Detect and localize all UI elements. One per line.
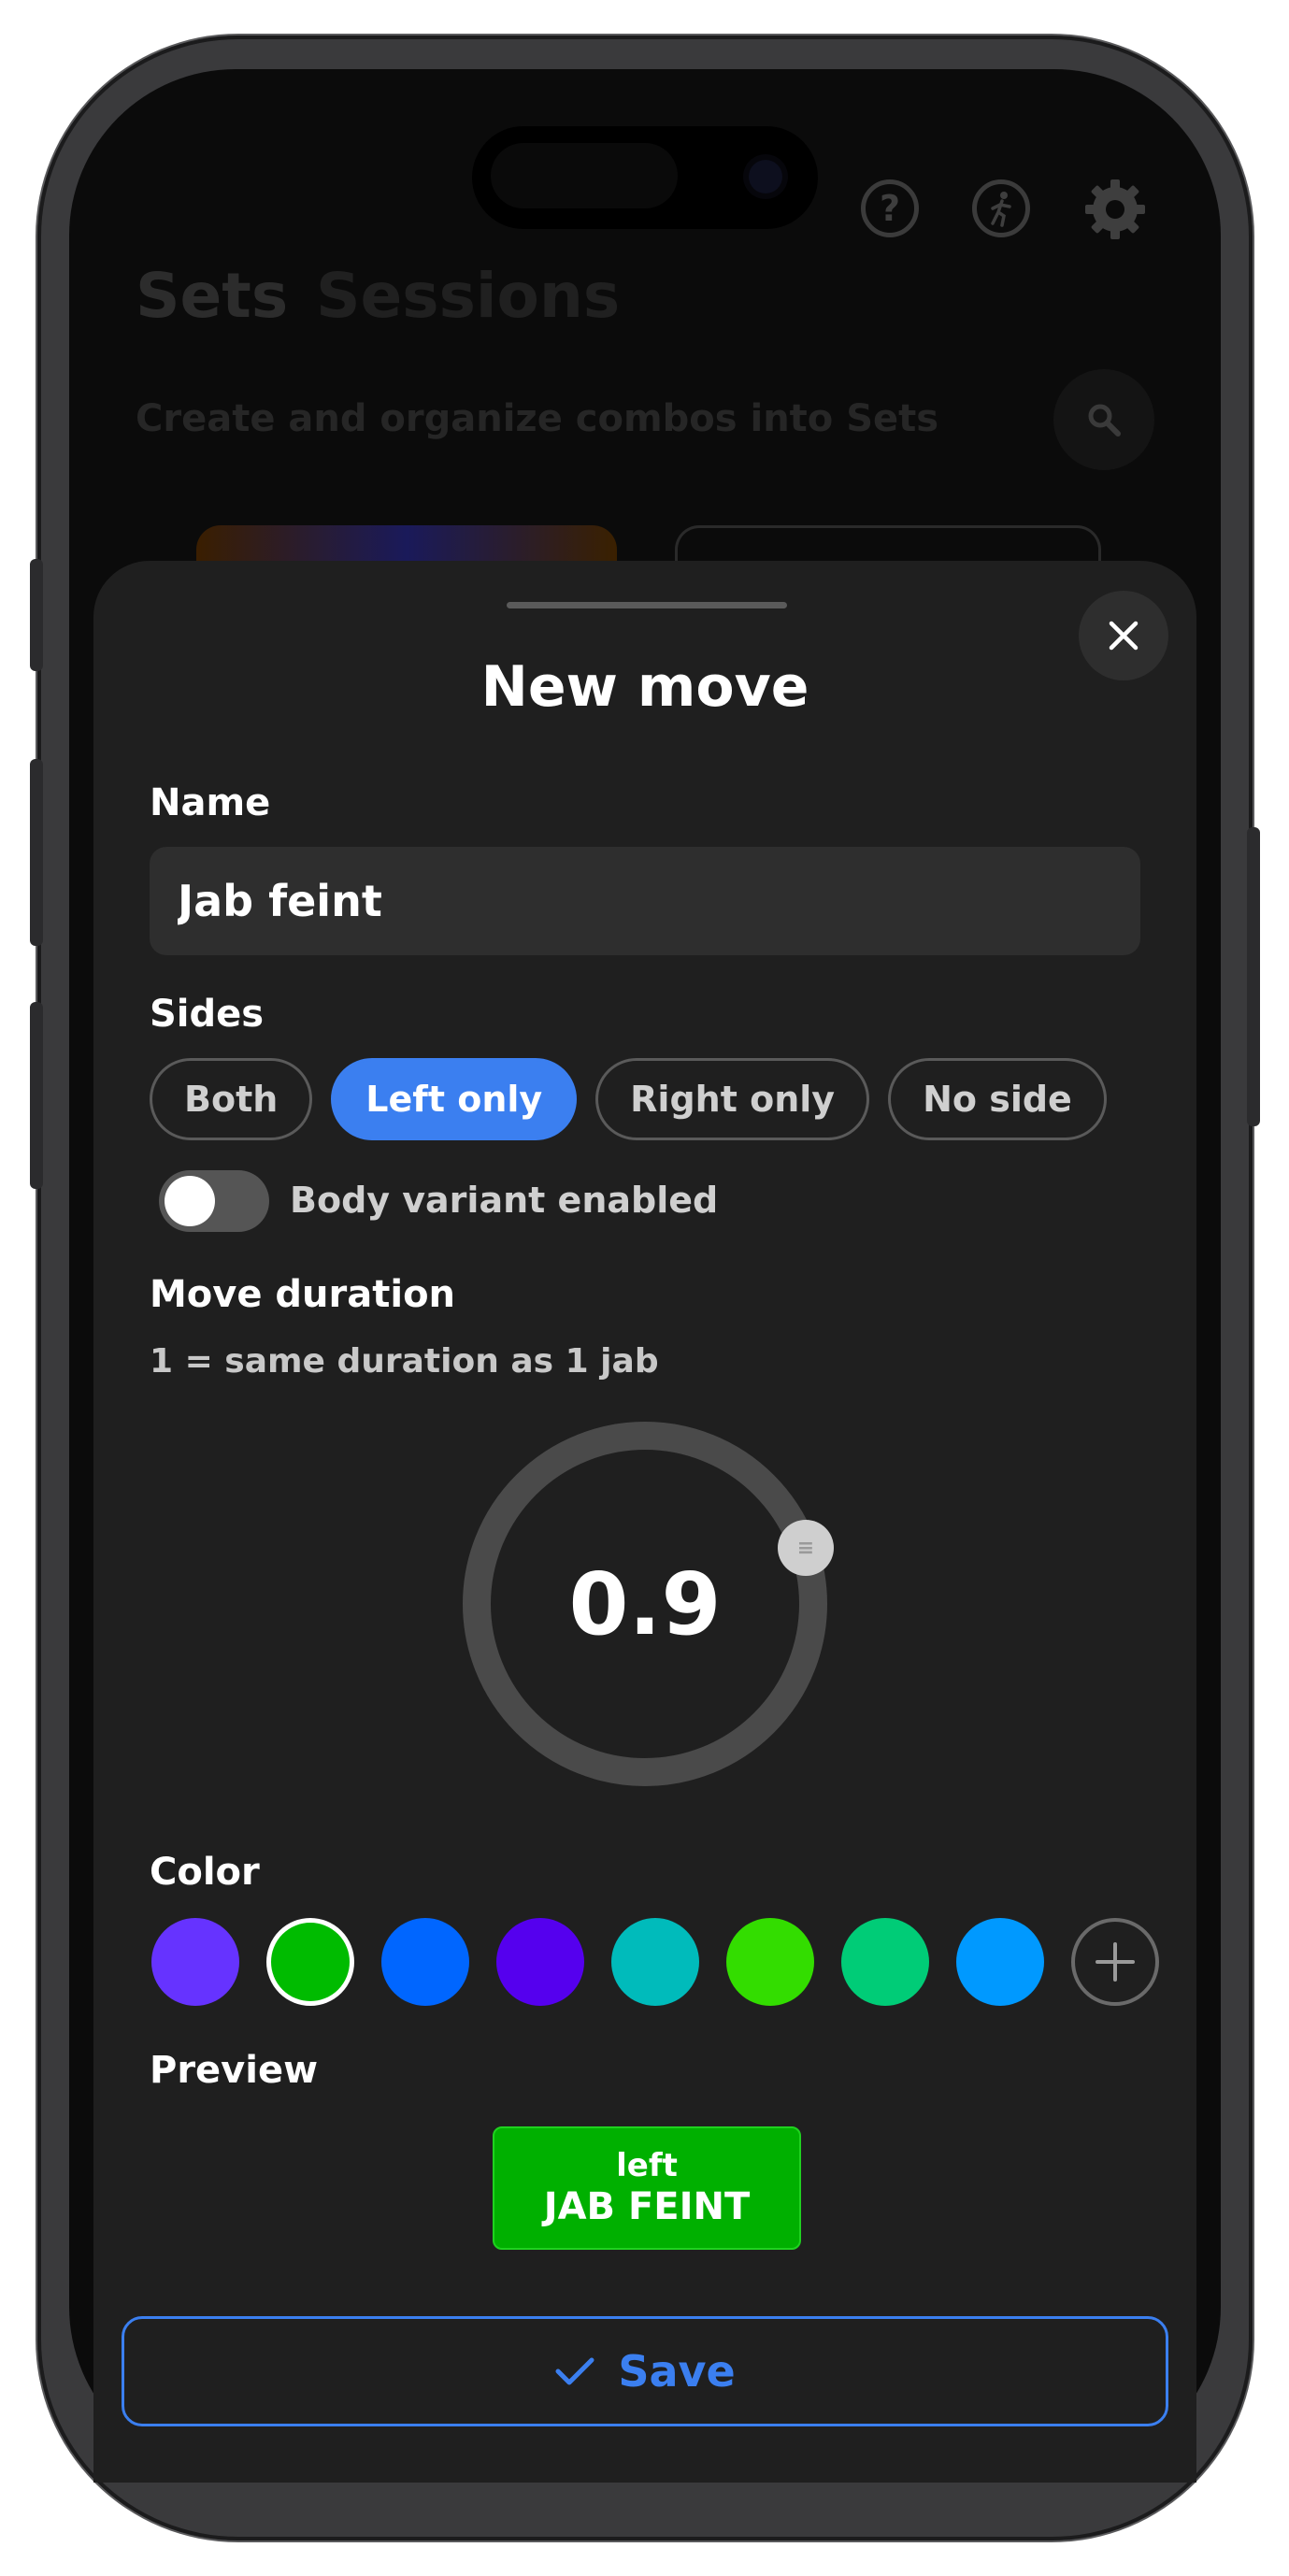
- action-button: [30, 559, 43, 671]
- sheet-title: New move: [480, 654, 809, 720]
- volume-down-button: [30, 1002, 43, 1189]
- preview-label: Preview: [150, 2049, 319, 2092]
- color-swatch[interactable]: [496, 1918, 584, 2006]
- color-label: Color: [150, 1851, 260, 1894]
- volume-up-button: [30, 759, 43, 946]
- color-swatch[interactable]: [726, 1918, 814, 2006]
- color-swatch[interactable]: [841, 1918, 929, 2006]
- color-swatches: [151, 1918, 1159, 2006]
- color-swatch[interactable]: [956, 1918, 1044, 2006]
- duration-label: Move duration: [150, 1273, 456, 1316]
- name-label: Name: [150, 781, 271, 824]
- check-icon: [555, 2357, 594, 2385]
- preview-name: JAB FEINT: [543, 2185, 751, 2228]
- dial-handle[interactable]: ≡: [778, 1520, 834, 1576]
- duration-hint: 1 = same duration as 1 jab: [150, 1342, 659, 1381]
- side-option-both[interactable]: Both: [150, 1058, 313, 1140]
- sides-label: Sides: [150, 993, 265, 1036]
- sides-options: Both Left only Right only No side: [150, 1058, 1107, 1140]
- save-label: Save: [618, 2346, 736, 2397]
- color-swatch[interactable]: [266, 1918, 354, 2006]
- name-input[interactable]: [150, 847, 1140, 955]
- close-icon: [1109, 621, 1139, 651]
- power-button: [1247, 827, 1260, 1126]
- side-option-left-only[interactable]: Left only: [331, 1058, 578, 1140]
- preview-side: left: [616, 2147, 678, 2184]
- body-variant-toggle[interactable]: [159, 1170, 269, 1232]
- side-option-right-only[interactable]: Right only: [595, 1058, 870, 1140]
- color-swatch[interactable]: [611, 1918, 699, 2006]
- save-button[interactable]: Save: [122, 2316, 1168, 2426]
- duration-dial[interactable]: 0.9: [458, 1417, 832, 1791]
- color-swatch[interactable]: [151, 1918, 239, 2006]
- color-swatch[interactable]: [381, 1918, 469, 2006]
- duration-value: 0.9: [568, 1553, 722, 1654]
- add-color-button[interactable]: [1071, 1918, 1159, 2006]
- plus-icon: [1096, 1942, 1135, 1982]
- sheet-grabber[interactable]: [507, 602, 787, 608]
- body-variant-label: Body variant enabled: [290, 1180, 719, 1221]
- new-move-sheet: New move Name Sides Both Left only Right…: [93, 561, 1196, 2483]
- side-option-no-side[interactable]: No side: [888, 1058, 1107, 1140]
- move-preview: left JAB FEINT: [493, 2126, 801, 2250]
